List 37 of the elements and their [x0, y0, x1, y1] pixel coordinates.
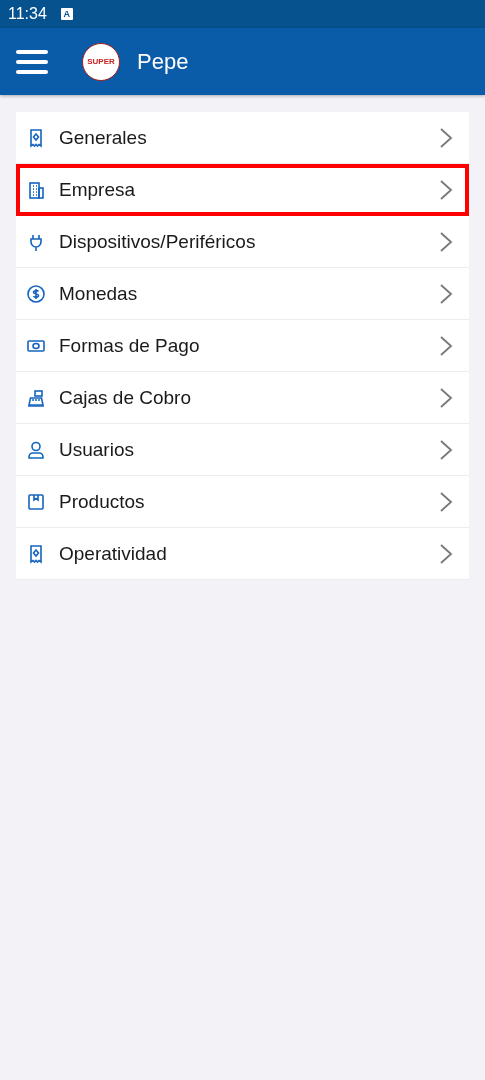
chevron-icon: [439, 542, 453, 565]
chevron-icon: [439, 438, 453, 461]
cash-register-icon: [26, 387, 46, 408]
chevron-icon: [439, 490, 453, 513]
settings-item[interactable]: Productos: [16, 476, 469, 528]
item-label: Generales: [59, 126, 148, 149]
item-label: Operatividad: [59, 542, 168, 565]
dollar-icon: [26, 283, 46, 304]
notification-icon: A: [60, 8, 73, 20]
settings-item[interactable]: Empresa: [16, 164, 469, 216]
building-icon: [26, 179, 46, 200]
chevron-icon: [439, 334, 453, 357]
chevron-icon: [439, 126, 453, 149]
settings-item[interactable]: Cajas de Cobro: [16, 372, 469, 424]
item-label: Dispositivos/Periféricos: [59, 230, 257, 253]
settings-item[interactable]: Dispositivos/Periféricos: [16, 216, 469, 268]
menu-button[interactable]: [16, 49, 48, 74]
item-label: Cajas de Cobro: [59, 386, 193, 409]
settings-item[interactable]: Formas de Pago: [16, 320, 469, 372]
settings-item[interactable]: Monedas: [16, 268, 469, 320]
chevron-icon: [439, 178, 453, 201]
status-time: 11:34: [8, 5, 47, 23]
chevron-icon: [439, 230, 453, 253]
item-label: Usuarios: [59, 438, 135, 461]
user-icon: [26, 439, 46, 460]
logo-text: SUPER: [87, 57, 115, 66]
settings-item[interactable]: Usuarios: [16, 424, 469, 476]
item-label: Monedas: [59, 282, 139, 305]
chevron-icon: [439, 282, 453, 305]
chevron-icon: [439, 386, 453, 409]
box-icon: [26, 491, 46, 512]
settings-item[interactable]: Operatividad: [16, 528, 469, 580]
app-title: Pepe: [137, 48, 189, 75]
item-label: Productos: [59, 490, 146, 513]
item-label: Formas de Pago: [59, 334, 201, 357]
item-label: Empresa: [59, 178, 137, 201]
settings-item[interactable]: Generales: [16, 112, 469, 164]
